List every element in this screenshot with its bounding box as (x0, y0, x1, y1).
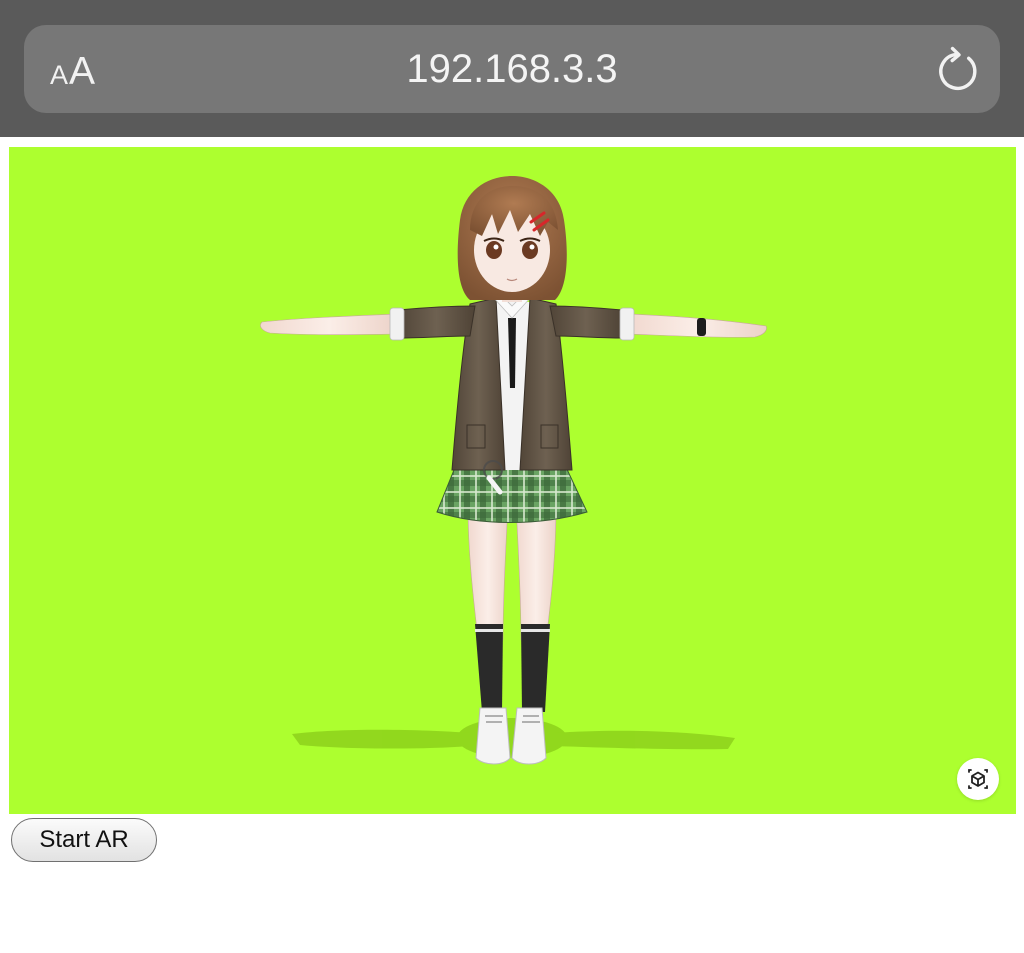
reload-button[interactable] (934, 44, 982, 94)
browser-toolbar: A A 192.168.3.3 (0, 0, 1024, 137)
model-viewer[interactable] (9, 147, 1016, 814)
text-size-large-glyph: A (69, 50, 97, 93)
ar-view-button[interactable] (957, 758, 999, 800)
start-ar-button[interactable]: Start AR (11, 818, 157, 862)
url-text[interactable]: 192.168.3.3 (312, 44, 712, 94)
text-size-button[interactable]: A A (50, 50, 96, 93)
model-scene (9, 147, 1016, 814)
text-size-small-glyph: A (50, 60, 70, 90)
ar-cube-icon (968, 769, 988, 789)
reload-icon (939, 46, 977, 90)
